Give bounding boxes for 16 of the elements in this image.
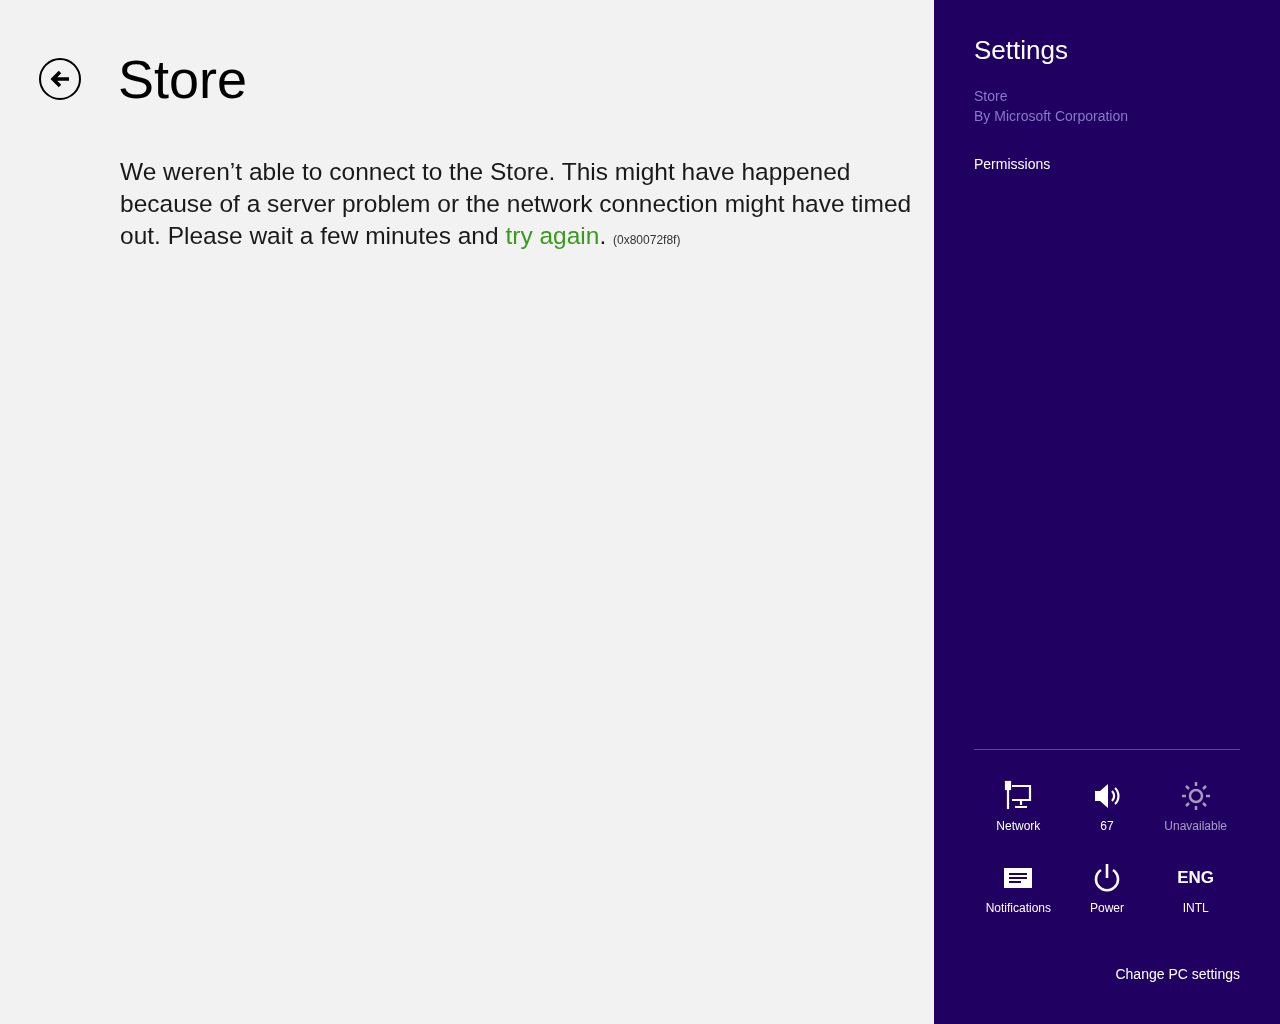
- settings-link[interactable]: Permissions: [974, 154, 1240, 174]
- error-message: We weren’t able to connect to the Store. This might have happened because of a server problem or the network connection might have timed out. Please wait a few minutes and try again. (0x80072f8f): [120, 157, 913, 251]
- quick-setting-tile[interactable]: Power: [1062, 862, 1152, 916]
- back-button[interactable]: [39, 58, 81, 100]
- error-code: (0x80072f8f): [613, 233, 681, 247]
- app-name: Store: [974, 87, 1009, 106]
- quick-setting-tile[interactable]: Notifications: [974, 862, 1063, 916]
- quick-setting-tile[interactable]: Network: [974, 780, 1063, 834]
- page-title: Store: [118, 52, 248, 106]
- pane-title: Settings: [974, 34, 1069, 66]
- quick-setting-tile[interactable]: ENG INTL: [1151, 862, 1240, 916]
- sun-icon: [1179, 780, 1212, 812]
- publisher-text: By Microsoft Corporation: [974, 107, 1130, 126]
- change-pc-settings-link[interactable]: Change PC settings: [1115, 964, 1240, 984]
- language-code: ENG: [1177, 867, 1215, 889]
- quick-setting-tile[interactable]: 67: [1062, 780, 1152, 834]
